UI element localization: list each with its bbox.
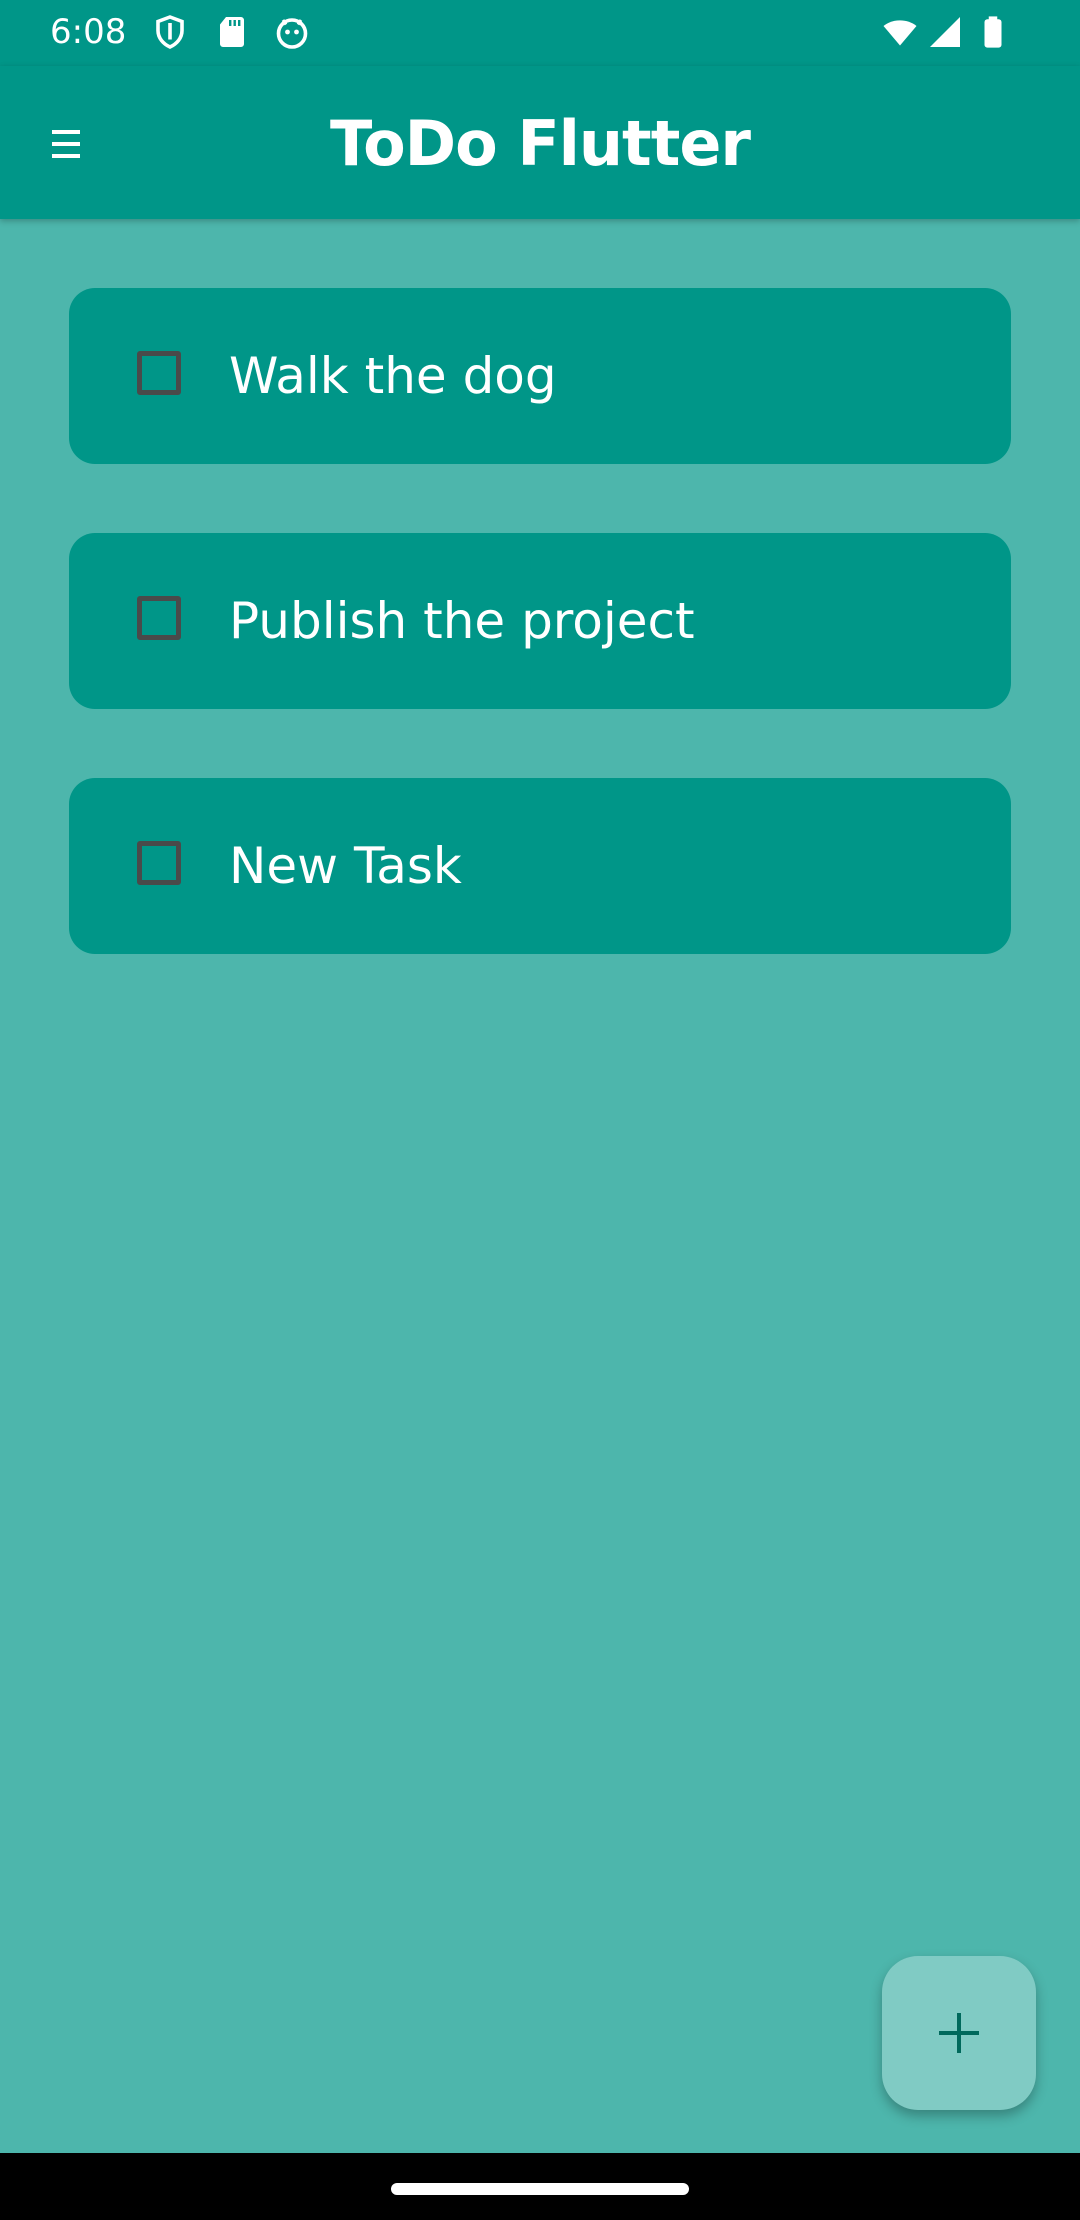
task-card[interactable]: New Task bbox=[69, 778, 1011, 954]
task-label: Publish the project bbox=[229, 592, 695, 650]
plus-icon bbox=[939, 2013, 979, 2053]
task-label: Walk the dog bbox=[229, 347, 557, 405]
task-card[interactable]: Publish the project bbox=[69, 533, 1011, 709]
add-task-button[interactable] bbox=[882, 1956, 1036, 2110]
status-time: 6:08 bbox=[50, 12, 127, 52]
task-checkbox[interactable] bbox=[137, 596, 181, 640]
task-card[interactable]: Walk the dog bbox=[69, 288, 1011, 464]
task-list: Walk the dog Publish the project New Tas… bbox=[69, 288, 1011, 1023]
status-bar: 6:08 bbox=[0, 0, 1080, 66]
wifi-icon bbox=[880, 14, 920, 50]
task-checkbox[interactable] bbox=[137, 351, 181, 395]
cellular-signal-icon bbox=[926, 14, 964, 50]
task-label: New Task bbox=[229, 837, 462, 895]
shield-icon bbox=[152, 14, 188, 50]
app-bar: ToDo Flutter bbox=[0, 66, 1080, 219]
robot-face-icon bbox=[274, 14, 310, 50]
battery-icon bbox=[976, 14, 1010, 50]
app-title: ToDo Flutter bbox=[330, 107, 751, 180]
home-indicator[interactable] bbox=[391, 2183, 689, 2195]
task-checkbox[interactable] bbox=[137, 841, 181, 885]
system-nav-bar bbox=[0, 2153, 1080, 2220]
sd-card-icon bbox=[214, 14, 250, 50]
